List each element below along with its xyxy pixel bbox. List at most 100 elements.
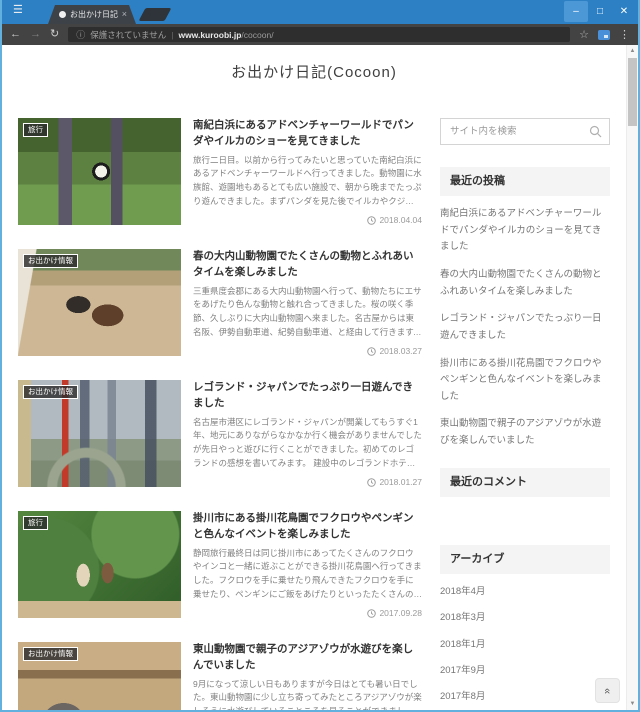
- url-host: www.kuroobi.jp: [178, 29, 242, 40]
- article-date: 2018.03.27: [379, 346, 422, 356]
- article-excerpt: 旅行二日目。以前から行ってみたいと思っていた南紀白浜にあるアドベンチャーワールド…: [193, 154, 422, 206]
- article-date: 2018.01.27: [379, 477, 422, 487]
- scrollbar-up-arrow[interactable]: ▲: [627, 45, 638, 57]
- article-meta: 2018.03.27: [193, 346, 422, 356]
- recent-posts-list: 南紀白浜にあるアドベンチャーワールドでパンダやイルカのショーを見てきました 春の…: [440, 206, 610, 450]
- article-date: 2018.04.04: [379, 215, 422, 225]
- article-thumbnail[interactable]: お出かけ情報: [18, 249, 181, 356]
- page-viewport: お出かけ日記(Cocoon) 旅行 南紀白浜にあるアドベンチャーワールドでパンダ…: [2, 45, 638, 710]
- clock-icon: [367, 215, 377, 225]
- close-button[interactable]: ✕: [612, 1, 636, 22]
- article-entry: お出かけ情報 春の大内山動物園でたくさんの動物とふれあいタイムを楽しみました 三…: [18, 249, 422, 356]
- category-badge[interactable]: 旅行: [23, 516, 48, 530]
- scrollbar-thumb[interactable]: [628, 58, 637, 126]
- article-body: 東山動物園で親子のアジアゾウが水遊びを楽しんでいました 9月になって涼しい日もあ…: [193, 642, 422, 710]
- address-divider: |: [171, 29, 174, 40]
- forward-icon[interactable]: →: [30, 29, 41, 40]
- clock-icon: [367, 477, 377, 487]
- site-title[interactable]: お出かけ日記(Cocoon): [2, 61, 626, 82]
- back-icon[interactable]: ←: [10, 29, 21, 40]
- search-icon[interactable]: [589, 125, 602, 138]
- minimize-button[interactable]: –: [564, 1, 588, 22]
- new-tab-button[interactable]: [138, 8, 172, 21]
- browser-window: ☰ お出かけ日記(Cocoon) | 遊 × – □ ✕ ← → ↻ ⓘ 保護さ…: [0, 0, 640, 712]
- article-title[interactable]: 南紀白浜にあるアドベンチャーワールドでパンダやイルカのショーを見てきました: [193, 118, 422, 150]
- page-content: お出かけ日記(Cocoon) 旅行 南紀白浜にあるアドベンチャーワールドでパンダ…: [2, 45, 626, 710]
- browser-toolbar: ← → ↻ ⓘ 保護されていません | www.kuroobi.jp/cocoo…: [2, 24, 638, 45]
- maximize-button[interactable]: □: [588, 1, 612, 22]
- article-thumbnail[interactable]: 旅行: [18, 511, 181, 618]
- recent-comments-empty: [440, 507, 610, 527]
- recent-post-link[interactable]: 掛川市にある掛川花鳥園でフクロウやペンギンと色んなイベントを楽しみました: [440, 356, 610, 406]
- double-chevron-up-icon: «: [601, 687, 614, 694]
- article-excerpt: 名古屋市港区にレゴランド・ジャパンが開業してもうすぐ1年、地元にありながらなかな…: [193, 416, 422, 468]
- extension-icon[interactable]: [598, 29, 610, 40]
- tab-close-icon[interactable]: ×: [122, 10, 127, 19]
- tab-title: お出かけ日記(Cocoon) | 遊: [70, 10, 118, 19]
- archive-list: 2018年4月 2018年3月 2018年1月 2017年9月 2017年8月 …: [440, 586, 610, 710]
- page-scrollbar[interactable]: ▲ ▼: [626, 45, 638, 710]
- recent-posts-widget: 最近の投稿 南紀白浜にあるアドベンチャーワールドでパンダやイルカのショーを見てき…: [440, 167, 610, 450]
- search-box: [440, 118, 610, 145]
- category-badge[interactable]: お出かけ情報: [23, 254, 78, 268]
- browser-menu-icon[interactable]: ⋮: [619, 28, 630, 41]
- archive-link[interactable]: 2018年1月: [440, 639, 610, 651]
- article-body: 掛川市にある掛川花鳥園でフクロウやペンギンと色んなイベントを楽しみました 静岡旅…: [193, 511, 422, 618]
- article-title[interactable]: 東山動物園で親子のアジアゾウが水遊びを楽しんでいました: [193, 642, 422, 674]
- scrollbar-down-arrow[interactable]: ▼: [627, 698, 638, 710]
- archive-link[interactable]: 2018年3月: [440, 612, 610, 624]
- article-entry: お出かけ情報 東山動物園で親子のアジアゾウが水遊びを楽しんでいました 9月になっ…: [18, 642, 422, 710]
- search-input[interactable]: [440, 118, 610, 145]
- clock-icon: [367, 346, 377, 356]
- recent-posts-heading: 最近の投稿: [440, 167, 610, 197]
- article-excerpt: 静岡旅行最終日は同じ掛川市にあってたくさんのフクロウやインコと一緒に遊ぶことがで…: [193, 547, 422, 599]
- archive-link[interactable]: 2017年8月: [440, 691, 610, 703]
- archive-widget: アーカイブ 2018年4月 2018年3月 2018年1月 2017年9月 20…: [440, 544, 610, 710]
- article-date: 2017.09.28: [379, 608, 422, 618]
- browser-window-icon: ☰: [13, 4, 23, 16]
- article-meta: 2018.04.04: [193, 215, 422, 225]
- article-title[interactable]: 掛川市にある掛川花鳥園でフクロウやペンギンと色んなイベントを楽しみました: [193, 511, 422, 543]
- article-title[interactable]: 春の大内山動物園でたくさんの動物とふれあいタイムを楽しみました: [193, 249, 422, 281]
- address-bar[interactable]: ⓘ 保護されていません | www.kuroobi.jp/cocoon/: [68, 27, 571, 42]
- article-body: レゴランド・ジャパンでたっぷり一日遊んできました 名古屋市港区にレゴランド・ジャ…: [193, 380, 422, 487]
- article-meta: 2018.01.27: [193, 477, 422, 487]
- bookmark-star-icon[interactable]: ☆: [579, 28, 589, 41]
- article-body: 南紀白浜にあるアドベンチャーワールドでパンダやイルカのショーを見てきました 旅行…: [193, 118, 422, 225]
- category-badge[interactable]: お出かけ情報: [23, 385, 78, 399]
- window-controls: – □ ✕: [564, 1, 636, 22]
- article-thumbnail[interactable]: 旅行: [18, 118, 181, 225]
- refresh-icon[interactable]: ↻: [50, 29, 59, 40]
- article-title[interactable]: レゴランド・ジャパンでたっぷり一日遊んできました: [193, 380, 422, 412]
- recent-post-link[interactable]: 東山動物園で親子のアジアゾウが水遊びを楽しんでいました: [440, 416, 610, 449]
- recent-post-link[interactable]: 南紀白浜にあるアドベンチャーワールドでパンダやイルカのショーを見てきました: [440, 206, 610, 256]
- category-badge[interactable]: 旅行: [23, 123, 48, 137]
- article-excerpt: 三重県度会郡にある大内山動物園へ行って、動物たちにエサをあげたり色んな動物と触れ…: [193, 285, 422, 337]
- article-entry: 旅行 南紀白浜にあるアドベンチャーワールドでパンダやイルカのショーを見てきました…: [18, 118, 422, 225]
- tab-favicon-icon: [59, 11, 66, 18]
- recent-post-link[interactable]: レゴランド・ジャパンでたっぷり一日遊んできました: [440, 311, 610, 344]
- article-excerpt: 9月になって涼しい日もありますが今日はとても暑い日でした。東山動物園に少し立ち寄…: [193, 678, 422, 711]
- recent-comments-heading: 最近のコメント: [440, 467, 610, 497]
- url-path: /cocoon/: [241, 29, 274, 40]
- article-body: 春の大内山動物園でたくさんの動物とふれあいタイムを楽しみました 三重県度会郡にあ…: [193, 249, 422, 356]
- security-status: 保護されていません: [90, 29, 167, 40]
- article-entry: 旅行 掛川市にある掛川花鳥園でフクロウやペンギンと色んなイベントを楽しみました …: [18, 511, 422, 618]
- archive-link[interactable]: 2017年9月: [440, 665, 610, 677]
- page-info-icon[interactable]: ⓘ: [76, 28, 85, 41]
- archive-link[interactable]: 2018年4月: [440, 586, 610, 598]
- recent-comments-widget: 最近のコメント: [440, 467, 610, 527]
- window-titlebar: ☰ お出かけ日記(Cocoon) | 遊 × – □ ✕: [2, 0, 638, 24]
- recent-post-link[interactable]: 春の大内山動物園でたくさんの動物とふれあいタイムを楽しみました: [440, 267, 610, 300]
- article-meta: 2017.09.28: [193, 608, 422, 618]
- article-thumbnail[interactable]: お出かけ情報: [18, 380, 181, 487]
- category-badge[interactable]: お出かけ情報: [23, 647, 78, 661]
- article-entry: お出かけ情報 レゴランド・ジャパンでたっぷり一日遊んできました 名古屋市港区にレ…: [18, 380, 422, 487]
- clock-icon: [367, 608, 377, 618]
- article-list: 旅行 南紀白浜にあるアドベンチャーワールドでパンダやイルカのショーを見てきました…: [18, 118, 422, 710]
- archive-heading: アーカイブ: [440, 544, 610, 575]
- scroll-to-top-button[interactable]: «: [595, 678, 620, 703]
- article-thumbnail[interactable]: お出かけ情報: [18, 642, 181, 710]
- sidebar: 最近の投稿 南紀白浜にあるアドベンチャーワールドでパンダやイルカのショーを見てき…: [440, 118, 610, 710]
- browser-tab[interactable]: お出かけ日記(Cocoon) | 遊 ×: [48, 5, 136, 24]
